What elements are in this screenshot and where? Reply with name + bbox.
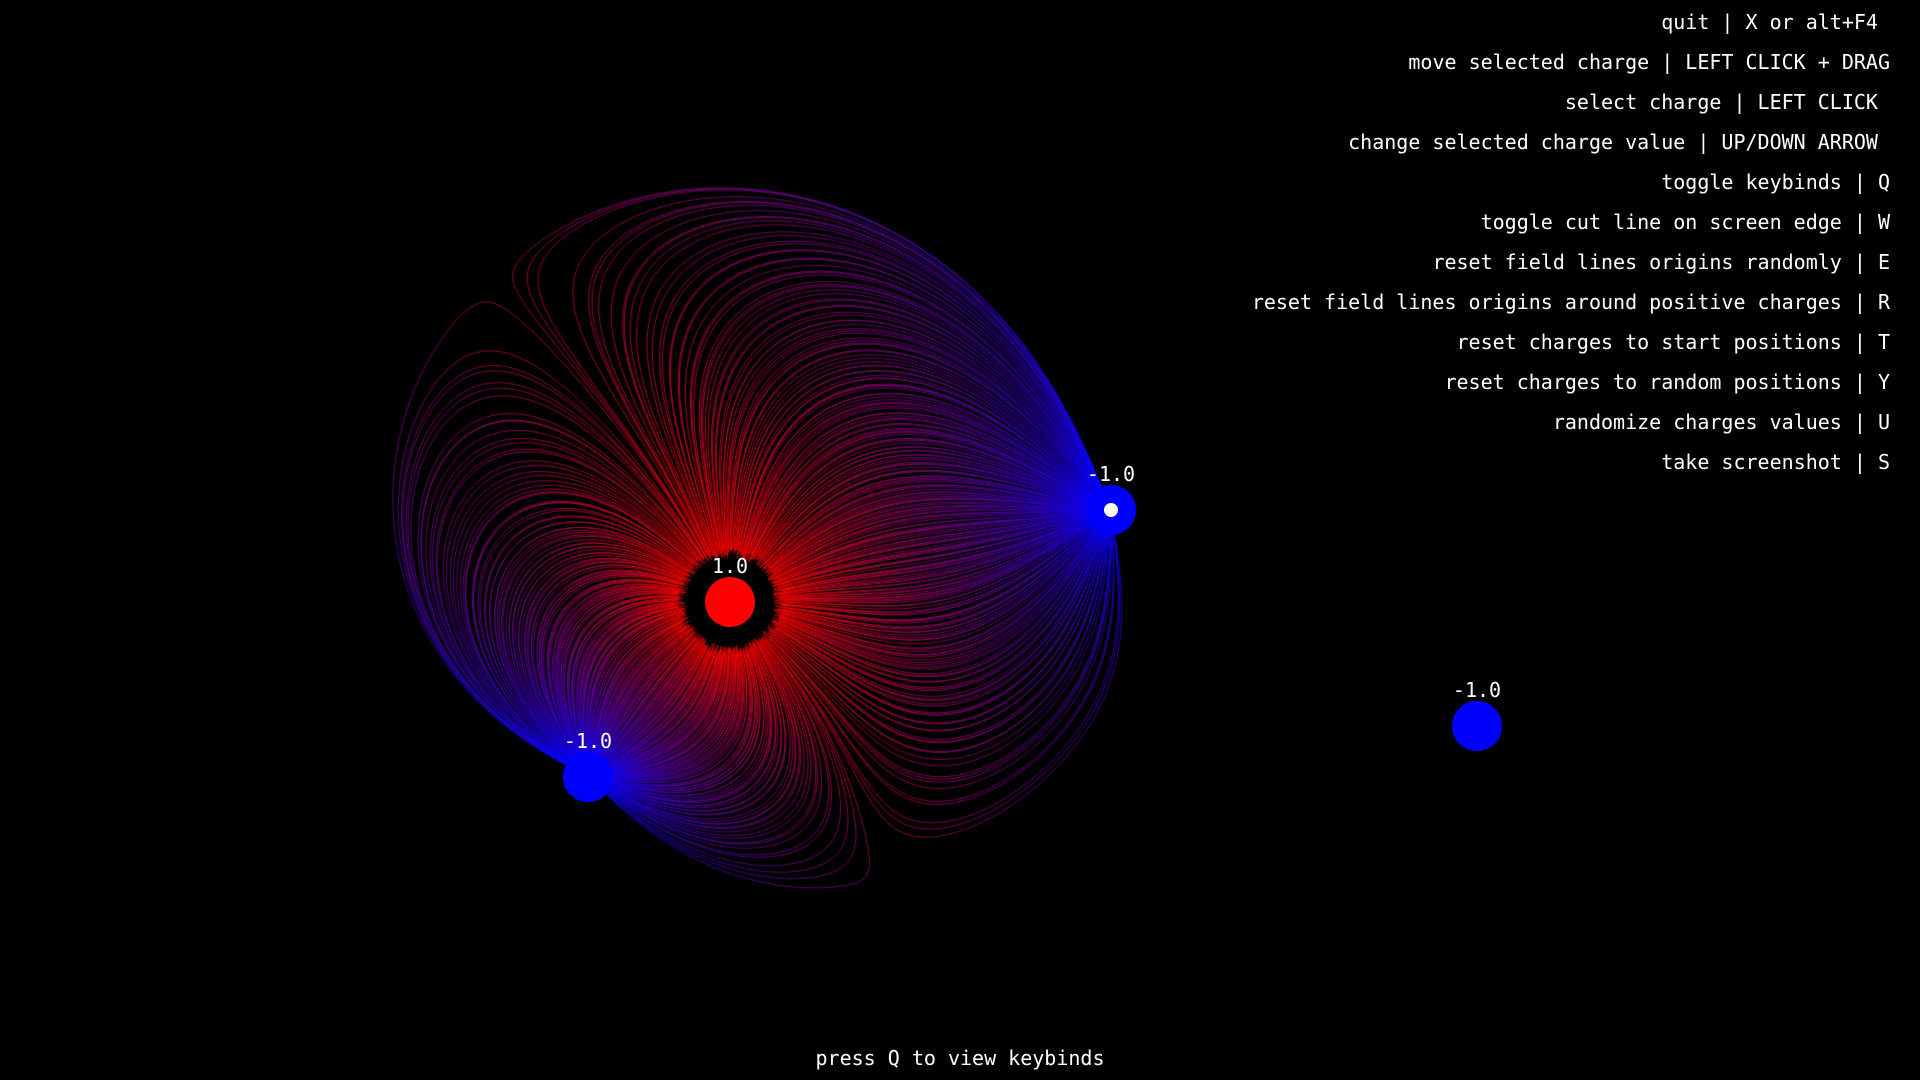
keybind-reset-random-origins: reset field lines origins randomly | E (1432, 250, 1890, 274)
positive-charge[interactable] (705, 577, 755, 627)
charge-value-label: -1.0 (1452, 678, 1502, 702)
keybind-reset-start-positions: reset charges to start positions | T (1456, 330, 1890, 354)
keybind-quit: quit | X or alt+F4 (1661, 10, 1890, 34)
negative-charge[interactable] (1452, 701, 1502, 751)
keybinds-list: quit | X or alt+F4 move selected charge … (1252, 10, 1890, 490)
keybind-randomize-values: randomize charges values | U (1552, 410, 1890, 434)
keybind-toggle-cut-line: toggle cut line on screen edge | W (1480, 210, 1890, 234)
charge-value-label: -1.0 (1086, 462, 1136, 486)
keybind-reset-positive-origins: reset field lines origins around positiv… (1251, 290, 1890, 314)
keybind-screenshot: take screenshot | S (1661, 450, 1890, 474)
keybind-toggle-keybinds: toggle keybinds | Q (1661, 170, 1890, 194)
field-simulation-window[interactable]: 1.0 -1.0 -1.0 -1.0 quit | X or alt+F4 mo… (0, 0, 1920, 1080)
negative-charge-selected[interactable] (1086, 485, 1136, 535)
keybinds-hint: press Q to view keybinds (815, 1046, 1105, 1070)
negative-charge[interactable] (563, 752, 613, 802)
charge-value-label: 1.0 (711, 554, 749, 578)
selection-dot-icon (1104, 503, 1118, 517)
keybind-change-value: change selected charge value | UP/DOWN A… (1348, 130, 1890, 154)
keybind-select-charge: select charge | LEFT CLICK (1564, 90, 1890, 114)
keybind-reset-random-positions: reset charges to random positions | Y (1444, 370, 1890, 394)
charge-value-label: -1.0 (563, 729, 613, 753)
keybind-move-charge: move selected charge | LEFT CLICK + DRAG (1408, 50, 1890, 74)
